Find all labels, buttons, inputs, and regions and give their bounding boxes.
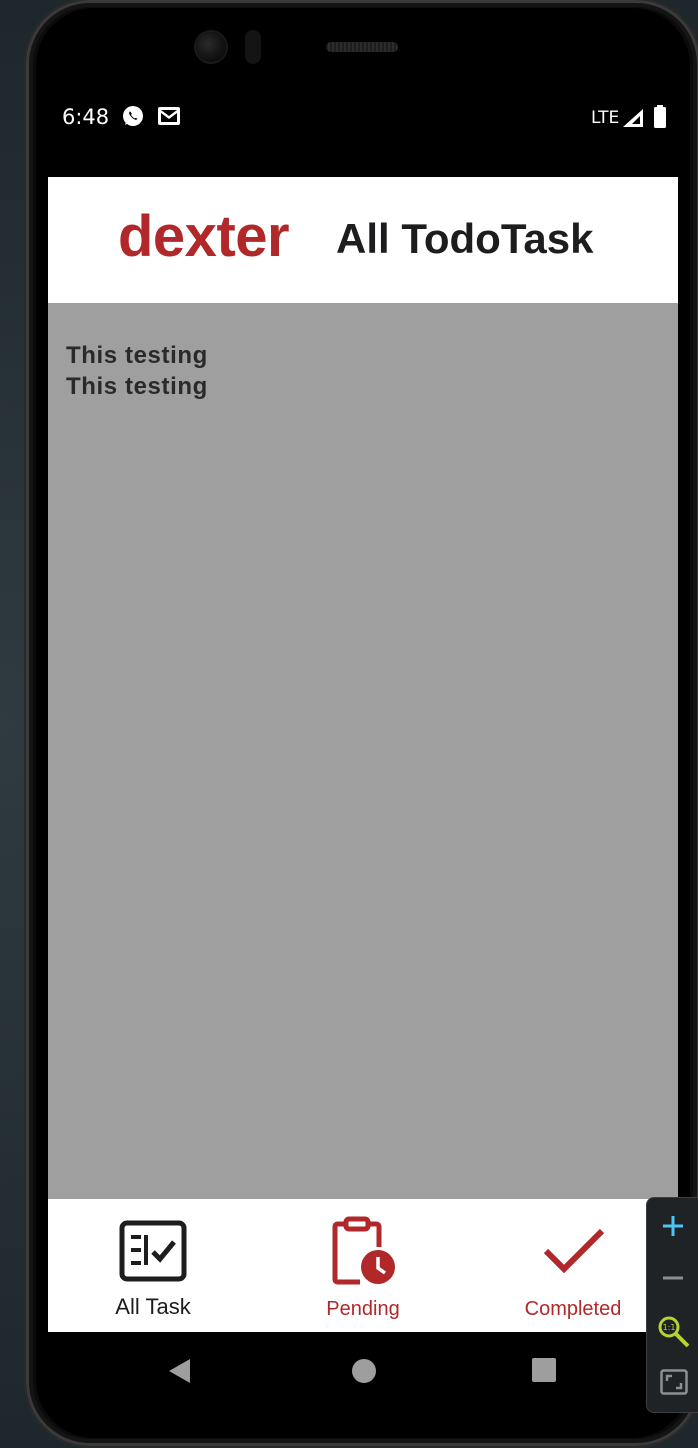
recents-icon[interactable] <box>532 1358 556 1382</box>
whatsapp-icon <box>121 104 145 133</box>
clipboard-clock-icon <box>332 1216 395 1285</box>
earpiece-speaker <box>326 42 398 52</box>
signal-icon <box>622 108 644 133</box>
battery-icon <box>653 105 667 134</box>
app-bar: dexter All TodoTask <box>48 177 678 303</box>
proximity-sensor <box>245 30 261 64</box>
svg-text:1:1: 1:1 <box>663 1323 676 1332</box>
nav-item-all-task[interactable]: All Task <box>48 1199 258 1332</box>
bottom-navigation: All Task Pending Completed <box>48 1199 678 1332</box>
task-item[interactable]: This testing <box>66 375 208 399</box>
back-icon[interactable] <box>168 1358 192 1384</box>
nav-label-pending: Pending <box>326 1298 400 1320</box>
status-bar: 6:48 LTE <box>48 78 678 177</box>
task-list-area: This testing This testing <box>48 303 678 1398</box>
page-title: All TodoTask <box>336 215 594 262</box>
nav-item-pending[interactable]: Pending <box>258 1199 468 1332</box>
zoom-in-icon[interactable] <box>662 1215 684 1237</box>
checklist-icon <box>119 1220 187 1282</box>
zoom-out-icon[interactable] <box>662 1267 684 1289</box>
gmail-icon <box>156 104 182 133</box>
fit-screen-icon[interactable] <box>660 1369 688 1395</box>
network-type: LTE <box>591 108 620 128</box>
brand-logo-text: dexter <box>118 204 290 269</box>
nav-label-all-task: All Task <box>115 1294 191 1319</box>
device-screen: 6:48 LTE dexter All TodoTask This testin… <box>48 78 678 1408</box>
actual-size-icon[interactable]: 1:1 <box>657 1315 691 1349</box>
home-icon[interactable] <box>351 1358 377 1384</box>
system-navigation-bar <box>48 1332 678 1408</box>
task-item[interactable]: This testing <box>66 344 208 368</box>
check-icon <box>543 1228 605 1274</box>
status-time: 6:48 <box>62 105 110 129</box>
emulator-zoom-toolbar: 1:1 <box>646 1197 698 1413</box>
front-camera <box>196 32 226 62</box>
